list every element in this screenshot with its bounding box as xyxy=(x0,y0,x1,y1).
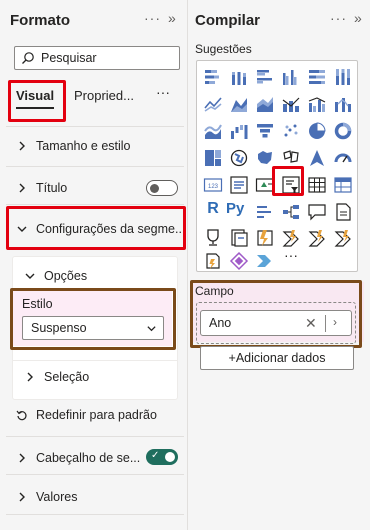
section-selection-label: Seleção xyxy=(44,370,90,384)
area-chart-icon[interactable] xyxy=(229,94,249,114)
divider xyxy=(6,204,184,205)
reset-default-label: Redefinir para padrão xyxy=(36,408,157,422)
search-box[interactable] xyxy=(14,46,180,70)
section-header-label: Cabeçalho de se... xyxy=(36,451,141,465)
format-more-button[interactable]: ··· xyxy=(144,10,161,26)
search-icon xyxy=(22,52,34,64)
custom-visual-icon[interactable] xyxy=(333,228,353,248)
paginated-report-icon[interactable] xyxy=(229,228,249,248)
divider xyxy=(6,474,184,475)
section-values-label: Valores xyxy=(36,490,78,504)
chevron-right-icon xyxy=(19,183,25,193)
gauge-icon[interactable] xyxy=(333,148,353,168)
chevron-right-icon xyxy=(19,141,25,151)
build-collapse-button[interactable]: » xyxy=(354,10,363,26)
section-title[interactable]: Título xyxy=(16,181,67,195)
card-icon[interactable]: 123 xyxy=(203,175,223,195)
visual-tab-highlight xyxy=(8,80,66,122)
100-stacked-column-chart-icon[interactable] xyxy=(333,67,353,87)
divider xyxy=(6,514,184,515)
section-size-style-label: Tamanho e estilo xyxy=(36,139,131,153)
shape-map-icon[interactable] xyxy=(281,148,301,168)
stacked-area-chart-icon[interactable] xyxy=(255,94,275,114)
section-values[interactable]: Valores xyxy=(16,490,77,504)
waterfall-chart-icon[interactable] xyxy=(203,121,223,141)
power-automate-icon[interactable] xyxy=(281,228,301,248)
section-size-style[interactable]: Tamanho e estilo xyxy=(16,139,131,153)
line-chart-icon[interactable] xyxy=(203,94,223,114)
divider xyxy=(12,360,178,361)
funnel-chart-icon[interactable] xyxy=(255,121,275,141)
section-options-label: Opções xyxy=(44,269,88,283)
section-title-label: Título xyxy=(36,181,68,195)
donut-chart-icon[interactable] xyxy=(333,121,353,141)
python-visual-icon[interactable]: Py xyxy=(226,200,250,220)
smart-narrative-icon[interactable] xyxy=(333,202,353,222)
chevron-right-icon xyxy=(19,453,25,463)
map-icon[interactable] xyxy=(229,148,249,168)
chevron-right-icon xyxy=(19,492,25,502)
azure-map-icon[interactable] xyxy=(307,148,327,168)
format-pane-title: Formato xyxy=(10,12,70,29)
100-stacked-bar-chart-icon[interactable] xyxy=(307,67,327,87)
diamond-visual-icon[interactable] xyxy=(229,251,249,271)
stacked-bar-chart-icon[interactable] xyxy=(203,67,223,87)
arcgis-icon[interactable] xyxy=(307,228,327,248)
key-influencers-icon[interactable] xyxy=(255,202,275,222)
divider xyxy=(6,436,184,437)
line-clustered-column-icon[interactable] xyxy=(307,94,327,114)
add-data-button[interactable]: +Adicionar dados xyxy=(200,346,354,370)
section-selection[interactable]: Seleção xyxy=(24,370,89,384)
divider xyxy=(6,166,184,167)
more-visuals-button[interactable]: ··· xyxy=(281,247,301,267)
search-input[interactable] xyxy=(41,51,171,65)
column-waterfall-icon[interactable] xyxy=(229,121,249,141)
pie-chart-icon[interactable] xyxy=(307,121,327,141)
slicer-icon-highlight xyxy=(272,166,304,196)
suggestions-label: Sugestões xyxy=(195,42,252,56)
table-icon[interactable] xyxy=(307,175,327,195)
slicer-settings-highlight xyxy=(6,206,186,250)
section-options[interactable]: Opções xyxy=(24,269,87,283)
tab-properties[interactable]: Propried... xyxy=(74,88,134,103)
chevron-down-icon xyxy=(25,273,35,279)
reset-icon xyxy=(16,410,27,421)
title-toggle[interactable] xyxy=(146,180,178,196)
stacked-column-chart-icon[interactable] xyxy=(229,67,249,87)
qna-icon[interactable] xyxy=(307,202,327,222)
style-highlight xyxy=(10,288,176,350)
clustered-column-chart-icon[interactable] xyxy=(281,67,301,87)
tab-more-button[interactable]: ··· xyxy=(156,84,170,100)
build-more-button[interactable]: ··· xyxy=(330,10,347,26)
chevron-right-icon xyxy=(27,372,33,382)
format-collapse-button[interactable]: » xyxy=(168,10,177,26)
r-visual-icon[interactable]: R xyxy=(203,200,223,220)
line-stacked-column-icon[interactable] xyxy=(281,94,301,114)
svg-text:123: 123 xyxy=(208,184,219,190)
chevron-visual-icon[interactable] xyxy=(255,251,275,271)
scatter-chart-icon[interactable] xyxy=(281,121,301,141)
report-builder-icon[interactable] xyxy=(203,251,223,271)
ribbon-chart-icon[interactable] xyxy=(333,94,353,114)
goals-icon[interactable] xyxy=(203,228,223,248)
field-highlight xyxy=(190,280,362,348)
clustered-bar-chart-icon[interactable] xyxy=(255,67,275,87)
matrix-icon[interactable] xyxy=(333,175,353,195)
section-header[interactable]: Cabeçalho de se... xyxy=(16,451,140,465)
power-apps-icon[interactable] xyxy=(255,228,275,248)
multi-row-card-icon[interactable] xyxy=(229,175,249,195)
divider xyxy=(6,126,184,127)
build-pane-title: Compilar xyxy=(195,12,261,29)
treemap-icon[interactable] xyxy=(203,148,223,168)
decomposition-tree-icon[interactable] xyxy=(281,202,301,222)
header-toggle[interactable] xyxy=(146,449,178,465)
reset-default-button[interactable]: Redefinir para padrão xyxy=(16,408,157,422)
format-pane: Formato ··· » Visual Propried... ··· Tam… xyxy=(0,0,188,530)
filled-map-icon[interactable] xyxy=(255,148,275,168)
